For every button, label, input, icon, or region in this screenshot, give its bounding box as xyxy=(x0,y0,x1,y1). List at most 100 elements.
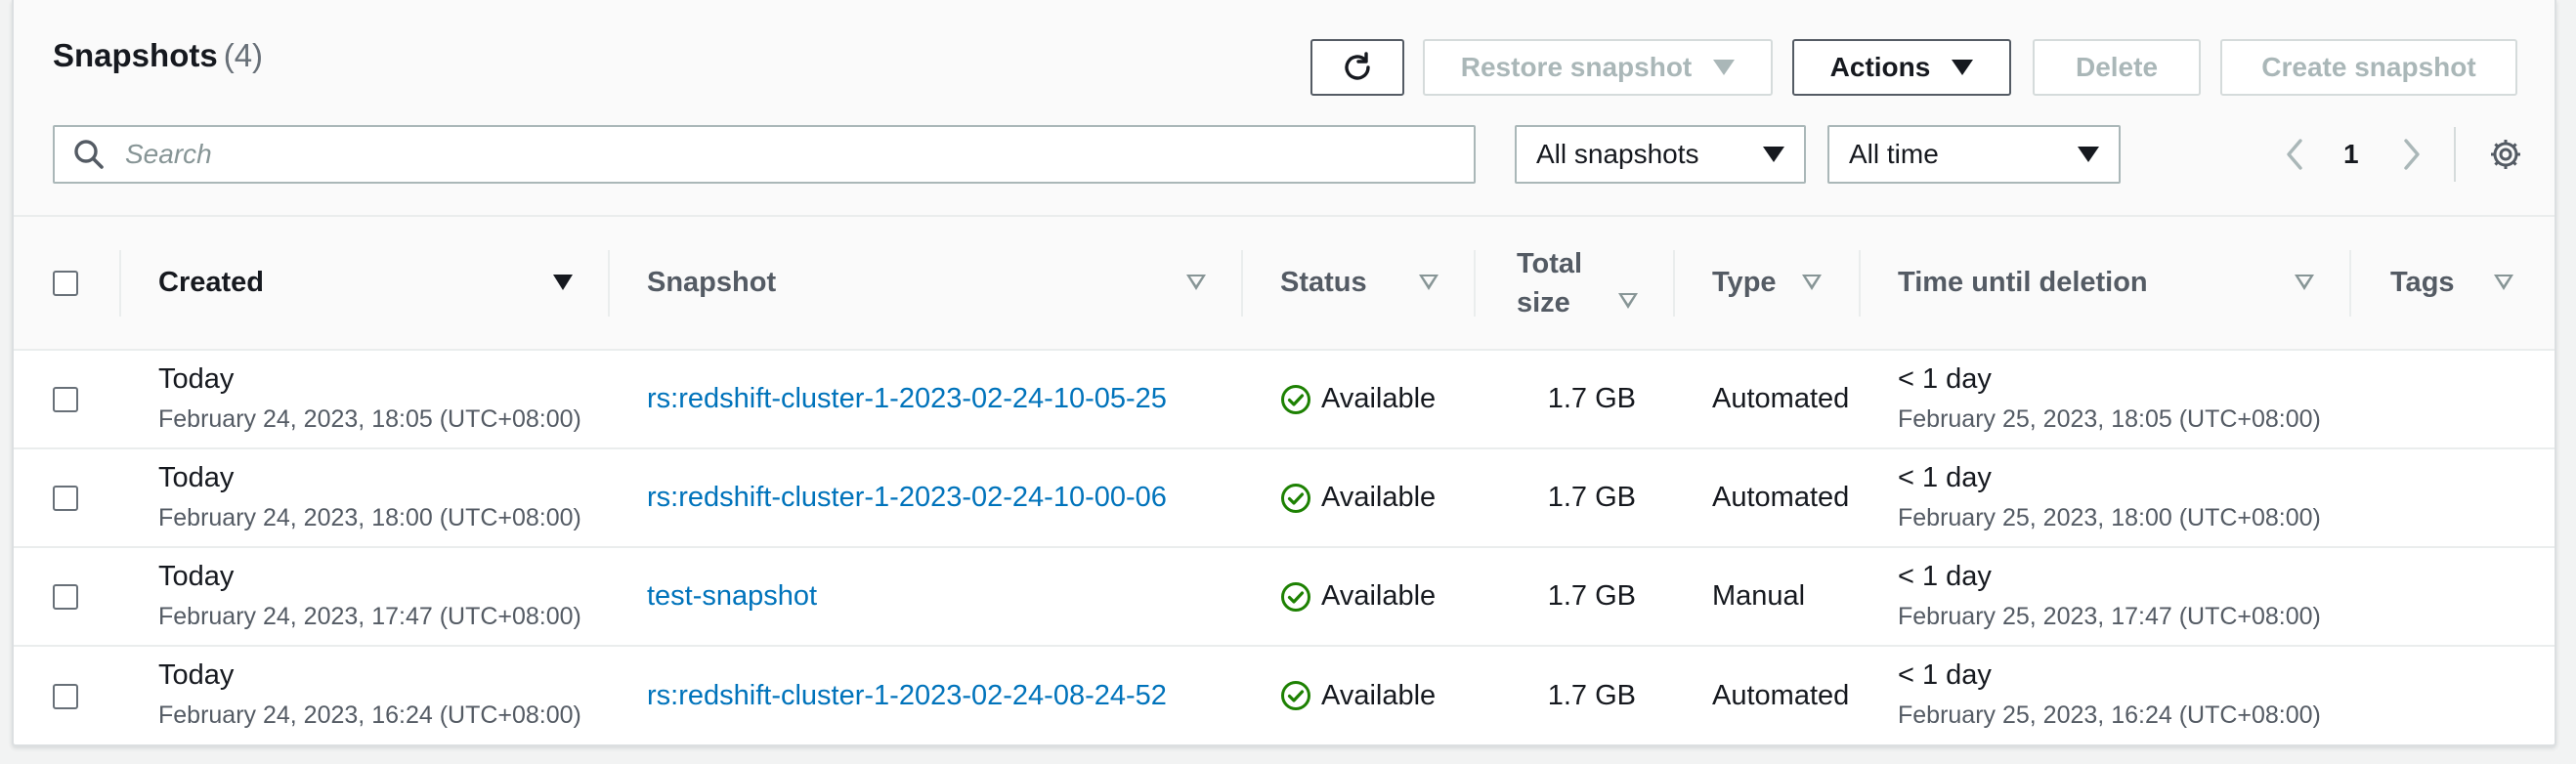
created-timestamp: February 24, 2023, 18:00 (UTC+08:00) xyxy=(158,503,581,531)
row-checkbox[interactable] xyxy=(53,584,78,611)
column-status-label: Status xyxy=(1280,267,1367,298)
divider xyxy=(2454,127,2456,182)
sort-icon xyxy=(1419,274,1438,290)
status-indicator: Available xyxy=(1280,580,1476,613)
deletion-cell: < 1 day February 25, 2023, 18:05 (UTC+08… xyxy=(1861,350,2351,448)
time-range-select[interactable]: All time xyxy=(1827,125,2121,184)
check-circle-icon xyxy=(1280,581,1311,613)
snapshot-link[interactable]: rs:redshift-cluster-1-2023-02-24-08-24-5… xyxy=(647,680,1167,711)
table-header-zone xyxy=(14,0,2555,217)
deletion-relative: < 1 day xyxy=(1898,659,1992,691)
column-total-size[interactable]: Total size xyxy=(1476,217,1675,350)
total-size-cell: 1.7 GB xyxy=(1547,482,1636,513)
search-input[interactable]: Search xyxy=(53,125,1476,184)
snapshot-cell: rs:redshift-cluster-1-2023-02-24-10-00-0… xyxy=(610,448,1243,547)
created-relative: Today xyxy=(158,659,235,691)
snapshot-type-value: All snapshots xyxy=(1536,139,1699,169)
row-checkbox[interactable] xyxy=(53,683,78,709)
sort-descending-icon xyxy=(553,274,573,290)
select-all-checkbox[interactable] xyxy=(53,271,78,297)
type-cell: Automated xyxy=(1712,383,1850,414)
column-status[interactable]: Status xyxy=(1243,217,1476,350)
column-type[interactable]: Type xyxy=(1675,217,1861,350)
column-time-until-deletion[interactable]: Time until deletion xyxy=(1861,217,2351,350)
column-size-label-1: Total xyxy=(1517,247,1583,279)
column-created[interactable]: Created xyxy=(121,217,610,350)
caret-down-icon xyxy=(1763,147,1784,162)
table-row[interactable]: Today February 24, 2023, 18:00 (UTC+08:0… xyxy=(14,448,2555,547)
sort-icon xyxy=(1186,274,1206,290)
snapshot-cell: test-snapshot xyxy=(610,547,1243,646)
deletion-cell: < 1 day February 25, 2023, 17:47 (UTC+08… xyxy=(1861,547,2351,646)
page-number[interactable]: 1 xyxy=(2343,139,2359,170)
column-tags-label: Tags xyxy=(2390,267,2455,298)
deletion-relative: < 1 day xyxy=(1898,362,1992,395)
snapshot-count: (4) xyxy=(223,37,264,73)
restore-caret-icon xyxy=(1713,60,1736,75)
status-text: Available xyxy=(1321,679,1437,711)
search-icon xyxy=(72,135,111,174)
column-tags[interactable]: Tags xyxy=(2351,217,2555,350)
snapshot-link[interactable]: rs:redshift-cluster-1-2023-02-24-10-05-2… xyxy=(647,383,1167,414)
gear-icon[interactable] xyxy=(2488,137,2523,172)
row-select-cell xyxy=(14,448,121,547)
create-snapshot-button[interactable]: Create snapshot xyxy=(2220,39,2517,96)
snapshot-type-select[interactable]: All snapshots xyxy=(1515,125,1806,184)
table-row[interactable]: Today February 24, 2023, 17:47 (UTC+08:0… xyxy=(14,547,2555,646)
row-checkbox[interactable] xyxy=(53,387,78,413)
total-size-cell: 1.7 GB xyxy=(1547,679,1636,711)
deletion-cell: < 1 day February 25, 2023, 16:24 (UTC+08… xyxy=(1861,646,2351,744)
delete-button[interactable]: Delete xyxy=(2033,39,2201,96)
deletion-timestamp: February 25, 2023, 18:00 (UTC+08:00) xyxy=(1898,503,2321,531)
deletion-cell: < 1 day February 25, 2023, 18:00 (UTC+08… xyxy=(1861,448,2351,547)
check-circle-icon xyxy=(1280,384,1311,415)
type-cell: Automated xyxy=(1712,679,1850,711)
create-snapshot-label: Create snapshot xyxy=(2261,52,2476,82)
column-snapshot[interactable]: Snapshot xyxy=(610,217,1243,350)
column-snapshot-label: Snapshot xyxy=(647,267,777,298)
deletion-timestamp: February 25, 2023, 16:24 (UTC+08:00) xyxy=(1898,701,2321,729)
delete-label: Delete xyxy=(2075,52,2159,82)
tags-cell xyxy=(2351,448,2555,547)
refresh-icon xyxy=(1340,50,1375,85)
created-cell: Today February 24, 2023, 18:00 (UTC+08:0… xyxy=(121,448,610,547)
table-row[interactable]: Today February 24, 2023, 18:05 (UTC+08:0… xyxy=(14,350,2555,448)
sort-icon xyxy=(1802,274,1822,290)
snapshots-table: Created Snapshot Status Total size Type … xyxy=(14,217,2555,744)
status-text: Available xyxy=(1321,580,1437,612)
created-relative: Today xyxy=(158,362,235,395)
status-indicator: Available xyxy=(1280,383,1476,415)
check-circle-icon xyxy=(1280,680,1311,711)
actions-button[interactable]: Actions xyxy=(1792,39,2011,96)
check-circle-icon xyxy=(1280,483,1311,514)
deletion-timestamp: February 25, 2023, 18:05 (UTC+08:00) xyxy=(1898,404,2321,433)
status-cell: Available xyxy=(1243,350,1476,448)
snapshot-link[interactable]: rs:redshift-cluster-1-2023-02-24-10-00-0… xyxy=(647,482,1167,513)
row-select-cell xyxy=(14,646,121,744)
restore-snapshot-button[interactable]: Restore snapshot xyxy=(1423,39,1773,96)
deletion-relative: < 1 day xyxy=(1898,560,1992,592)
snapshot-cell: rs:redshift-cluster-1-2023-02-24-10-05-2… xyxy=(610,350,1243,448)
status-cell: Available xyxy=(1243,646,1476,744)
status-text: Available xyxy=(1321,383,1437,414)
sort-icon xyxy=(1618,292,1638,309)
type-cell: Manual xyxy=(1712,580,1806,612)
snapshot-cell: rs:redshift-cluster-1-2023-02-24-08-24-5… xyxy=(610,646,1243,744)
created-timestamp: February 24, 2023, 17:47 (UTC+08:00) xyxy=(158,602,581,630)
created-relative: Today xyxy=(158,560,235,592)
table-row[interactable]: Today February 24, 2023, 16:24 (UTC+08:0… xyxy=(14,646,2555,744)
table-header-row: Created Snapshot Status Total size Type … xyxy=(14,217,2555,350)
time-range-value: All time xyxy=(1849,139,1939,169)
snapshot-link[interactable]: test-snapshot xyxy=(647,580,817,612)
created-cell: Today February 24, 2023, 16:24 (UTC+08:0… xyxy=(121,646,610,744)
status-cell: Available xyxy=(1243,547,1476,646)
tags-cell xyxy=(2351,646,2555,744)
status-cell: Available xyxy=(1243,448,1476,547)
created-timestamp: February 24, 2023, 18:05 (UTC+08:00) xyxy=(158,404,581,433)
column-size-label-2: size xyxy=(1517,286,1570,318)
refresh-button[interactable] xyxy=(1310,39,1404,96)
row-checkbox[interactable] xyxy=(53,486,78,512)
chevron-right-icon[interactable] xyxy=(2392,137,2431,172)
deletion-timestamp: February 25, 2023, 17:47 (UTC+08:00) xyxy=(1898,602,2321,630)
chevron-left-icon[interactable] xyxy=(2275,137,2314,172)
